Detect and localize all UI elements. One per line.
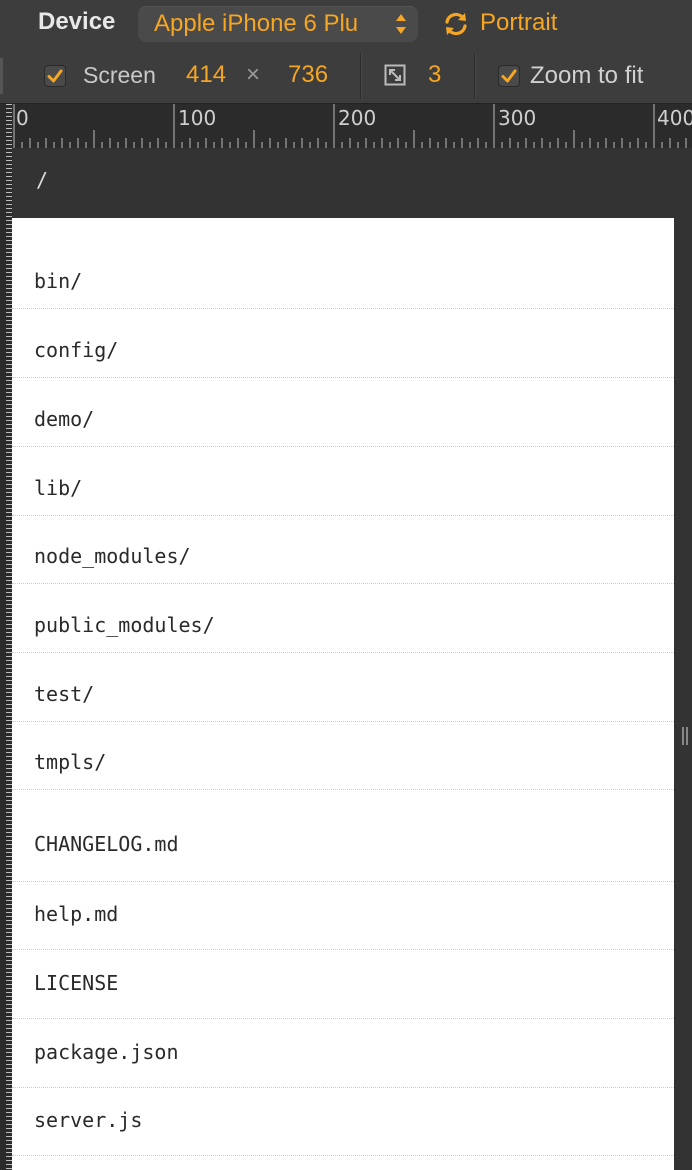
list-item[interactable]: help.md [12,881,674,950]
device-select-value: Apple iPhone 6 Plu [154,10,359,37]
file-name: test/ [34,682,95,706]
zoom-to-fit-checkbox[interactable] [498,65,520,87]
list-item[interactable]: LICENSE [12,950,674,1019]
resize-handle[interactable] [682,727,688,745]
toolbar-divider [360,54,361,98]
file-name: lib/ [34,476,83,500]
zoom-to-fit-label: Zoom to fit [530,62,644,89]
list-item[interactable]: package.json [12,1019,674,1088]
list-item[interactable]: bin/ [12,240,674,309]
device-select[interactable]: Apple iPhone 6 Plu [138,6,418,42]
horizontal-ruler: 0 100 200 300 400 [12,104,692,148]
device-pixel-ratio-field[interactable]: 3 [428,61,441,89]
toolbar-row-screen: Screen 414 × 736 3 Zoom to fit [0,50,692,103]
file-name: LICENSE [34,971,119,995]
checkmark-icon [501,69,517,83]
screen-width-field[interactable]: 414 [186,61,226,89]
file-name: package.json [34,1040,179,1064]
list-item[interactable]: CHANGELOG.md [12,812,674,882]
ruler-label-400: 400 [657,106,692,130]
list-item[interactable]: server.js [12,1087,674,1156]
grip-line [686,727,688,745]
screen-label: Screen [83,62,156,88]
viewport-gutter [674,148,692,1170]
file-name: public_modules/ [34,613,215,637]
file-list: bin/ config/ demo/ lib/ node_modules/ pu… [12,218,674,1170]
device-toolbar: Device Apple iPhone 6 Plu Portrait Scree [0,0,692,104]
screen-checkbox[interactable] [44,65,66,87]
ruler-label-0: 0 [16,106,29,130]
list-item[interactable]: node_modules/ [12,515,674,584]
file-name: demo/ [34,407,95,431]
list-item[interactable]: test/ [12,653,674,722]
file-name: node_modules/ [34,544,191,568]
file-name: server.js [34,1108,143,1132]
file-name: config/ [34,338,119,362]
device-pixel-ratio-icon [384,64,406,86]
select-arrows-icon [396,14,406,34]
vertical-ruler [0,104,12,1170]
file-name: help.md [34,902,119,926]
orientation-label: Portrait [480,9,558,36]
list-item[interactable]: lib/ [12,447,674,516]
ruler-label-100: 100 [178,106,217,130]
toolbar-row-device: Device Apple iPhone 6 Plu Portrait [0,0,692,50]
grip-line [682,727,684,745]
list-item[interactable]: tmpls/ [12,721,674,790]
directory-path-bar: / [12,148,674,218]
device-label: Device [38,8,116,35]
current-path: / [36,168,49,192]
list-item[interactable]: demo/ [12,378,674,447]
list-item[interactable]: public_modules/ [12,584,674,653]
file-name: bin/ [34,269,83,293]
rotate-icon [445,12,467,36]
screen-height-field[interactable]: 736 [288,61,328,89]
dimension-separator: × [246,61,261,88]
toolbar-divider [474,54,475,98]
file-name: tmpls/ [34,750,107,774]
file-name: CHANGELOG.md [34,832,179,856]
ruler-label-300: 300 [498,106,537,130]
list-item[interactable]: config/ [12,309,674,378]
ruler-label-200: 200 [338,106,377,130]
checkmark-icon [47,69,63,83]
